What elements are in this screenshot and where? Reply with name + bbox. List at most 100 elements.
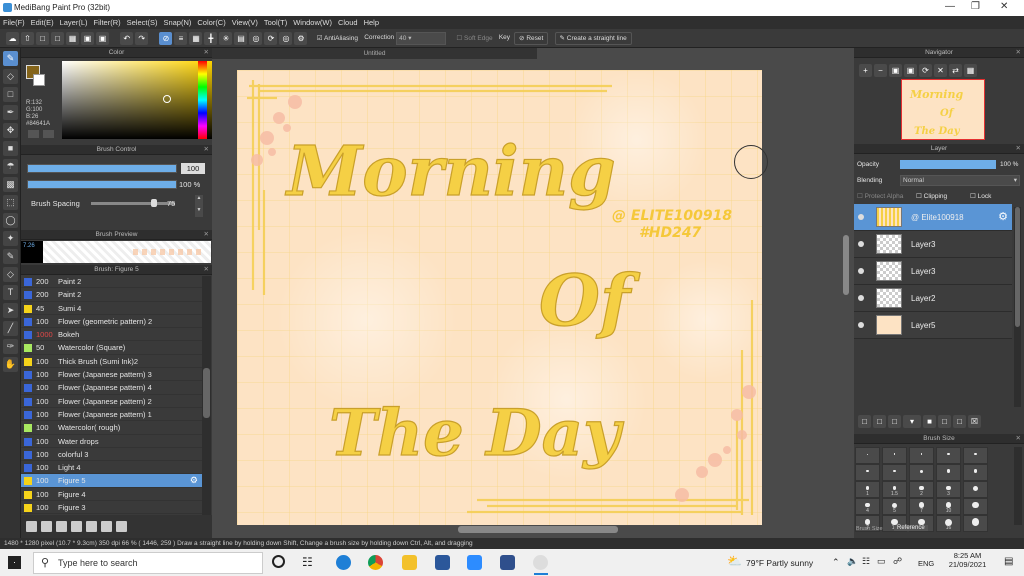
brush-list-item[interactable]: 45 Sumi 4 <box>21 301 202 315</box>
brush-size-preset[interactable]: 5 <box>882 498 907 515</box>
close-icon[interactable]: ✕ <box>1000 1 1008 12</box>
app-taskbar-icon[interactable] <box>533 555 548 570</box>
eyedropper-icon[interactable]: ✑ <box>3 339 18 354</box>
brush-size-preset[interactable] <box>963 498 988 515</box>
brush-list-item[interactable]: 100 Water drops <box>21 434 202 448</box>
brush-list-item[interactable]: 100 Flower (Japanese pattern) 4 <box>21 381 202 395</box>
new-layer-icon[interactable]: □ <box>858 415 871 428</box>
brush-tool-icon[interactable]: ✎ <box>3 51 18 66</box>
taskbar-search[interactable]: ⚲ Type here to search <box>33 552 263 574</box>
brush-list-item[interactable]: 100 Flower (Japanese pattern) 1 <box>21 407 202 422</box>
brush-folder-icon[interactable] <box>86 521 97 532</box>
brush-list-item[interactable]: 100 Watercolor( rough) <box>21 421 202 435</box>
layer-list-scroll-thumb[interactable] <box>1015 207 1020 327</box>
brush-size-preset[interactable]: 10 <box>936 498 961 515</box>
brush-list-item[interactable]: 200 Paint 2 <box>21 275 202 289</box>
reset-rotate-icon[interactable]: ✕ <box>934 64 947 77</box>
brush-size-preset[interactable] <box>963 481 988 498</box>
brush-size-preset[interactable] <box>963 515 988 532</box>
notification-icon[interactable]: ☍ <box>893 556 902 567</box>
brush-size-track[interactable] <box>27 164 177 173</box>
clipping-checkbox[interactable]: ☐ Clipping <box>916 192 947 200</box>
operation-tool-icon[interactable]: ➤ <box>3 303 18 318</box>
zoom-app-icon[interactable] <box>467 555 482 570</box>
soft-edge-checkbox[interactable]: ☐ Soft Edge <box>456 34 492 42</box>
layer-row[interactable]: Layer3 <box>854 231 1012 258</box>
brush-option-icon[interactable] <box>56 521 67 532</box>
task-view-icon[interactable] <box>272 555 285 568</box>
layer-row[interactable]: Layer2 <box>854 285 1012 312</box>
share-icon[interactable]: ⇧ <box>21 32 34 45</box>
rotate-icon[interactable]: ⟳ <box>919 64 932 77</box>
word-icon[interactable] <box>435 555 450 570</box>
start-icon[interactable] <box>8 556 21 569</box>
duplicate-layer-icon[interactable]: □ <box>938 415 951 428</box>
file-explorer-icon[interactable] <box>402 555 417 570</box>
menu-view[interactable]: View(V) <box>229 16 261 27</box>
delete-brush-icon[interactable] <box>116 521 127 532</box>
menu-tool[interactable]: Tool(T) <box>261 16 290 27</box>
snap-off-icon[interactable]: ⊘ <box>159 32 173 45</box>
menu-window[interactable]: Window(W) <box>290 16 335 27</box>
correction-select[interactable]: 40 ▾ <box>396 32 447 45</box>
action-center-icon[interactable]: ▤ <box>1004 556 1013 567</box>
menu-cloud[interactable]: Cloud <box>335 16 361 27</box>
brush-list-item[interactable]: 100 Figure 4 <box>21 487 202 502</box>
reference-tab[interactable]: Reference <box>894 525 928 531</box>
brush-list-item[interactable]: 100 colorful 3 <box>21 447 202 462</box>
language-indicator[interactable]: ENG <box>918 559 934 568</box>
brush-size-preset[interactable]: 4 <box>855 498 880 515</box>
image-icon[interactable]: ▣ <box>96 32 109 45</box>
brush-spacing-knob[interactable] <box>151 199 157 207</box>
eye-icon[interactable] <box>858 322 864 328</box>
chat-icon[interactable]: □ <box>36 32 49 45</box>
sub-color-swatch[interactable] <box>33 74 45 86</box>
panel-close-icon[interactable]: ✕ <box>1016 48 1021 58</box>
layer-settings-icon[interactable]: ⚙ <box>998 210 1008 223</box>
lock-checkbox[interactable]: ☐ Lock <box>970 192 991 200</box>
redo-icon[interactable]: ↷ <box>135 32 149 45</box>
brush-control-scrollbar[interactable]: ▲ ▼ <box>195 195 203 217</box>
brush-size-preset[interactable] <box>963 464 988 481</box>
chrome-icon[interactable] <box>368 555 383 570</box>
brush-list-item[interactable]: 100 Light 4 <box>21 461 202 475</box>
brush-size-preset[interactable]: 1 <box>855 481 880 498</box>
artwork-canvas[interactable]: Morning Of The Day @ ELITE100918 #HD247 <box>237 70 762 525</box>
menu-edit[interactable]: Edit(E) <box>28 16 57 27</box>
brush-size-tab[interactable]: Brush Size <box>856 526 883 532</box>
brush-size-scrollbar[interactable] <box>1014 447 1022 525</box>
eye-icon[interactable] <box>858 241 864 247</box>
brush-list-item[interactable]: 100 Figure 3 <box>21 501 202 514</box>
layer-row[interactable]: @ Elite100918 ⚙ <box>854 204 1012 231</box>
reset-button[interactable]: ⊘ Reset <box>514 32 549 45</box>
brush-size-preset[interactable]: 2 <box>909 481 934 498</box>
widgets-icon[interactable]: ☷ <box>302 555 313 569</box>
menu-layer[interactable]: Layer(L) <box>57 16 91 27</box>
zoom-in-icon[interactable]: + <box>859 64 872 77</box>
edge-icon[interactable] <box>336 555 351 570</box>
brush-size-preset[interactable] <box>936 464 961 481</box>
eye-icon[interactable] <box>858 295 864 301</box>
color-picker-icon[interactable] <box>43 130 54 138</box>
brush-edit-icon[interactable] <box>71 521 82 532</box>
fit-icon[interactable]: ▣ <box>889 64 902 77</box>
brush-size-preset[interactable]: 1.5 <box>882 481 907 498</box>
layer-row[interactable]: Layer3 <box>854 258 1012 285</box>
brush-size-preset[interactable] <box>855 464 880 481</box>
eye-icon[interactable] <box>858 214 864 220</box>
circle-snap-icon[interactable]: ◎ <box>249 32 263 45</box>
brush-list-item[interactable]: 50 Watercolor (Square) <box>21 341 202 355</box>
battery-icon[interactable]: ▭ <box>877 556 886 567</box>
brush-copy-icon[interactable] <box>101 521 112 532</box>
brush-spacing-track[interactable] <box>91 202 175 205</box>
brush-list-scroll-thumb[interactable] <box>203 368 210 418</box>
comment-icon[interactable]: □ <box>51 32 64 45</box>
mirror-icon[interactable]: ▦ <box>964 64 977 77</box>
brush-list-item[interactable]: 100 Flower (geometric pattern) 2 <box>21 314 202 329</box>
cloud-icon[interactable]: ☁ <box>6 32 19 45</box>
brush-size-preset[interactable]: 7 <box>909 498 934 515</box>
snap-settings-icon[interactable]: ⚙ <box>294 32 308 45</box>
new-brush-icon[interactable] <box>41 521 52 532</box>
saturation-value-picker[interactable] <box>62 61 213 139</box>
hand-tool-icon[interactable]: ✋ <box>3 357 18 372</box>
